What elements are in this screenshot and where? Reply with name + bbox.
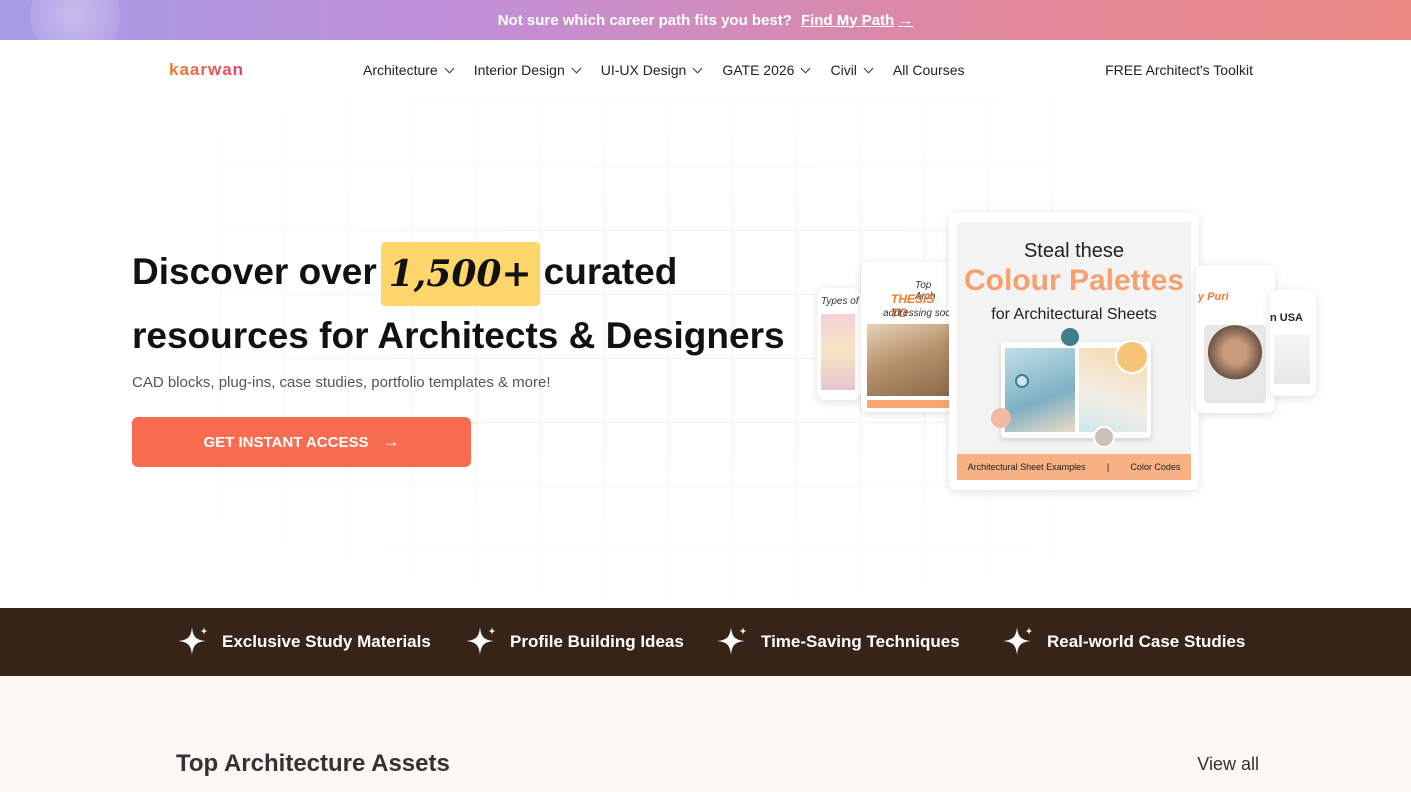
- hero-section: Discover over 1,500+ curated resources for…: [0, 102, 1411, 608]
- sparkle-icon: [717, 627, 747, 655]
- resource-card-right: y Puri: [1196, 265, 1275, 413]
- nav-item-ui-ux-design[interactable]: UI-UX Design: [601, 62, 703, 78]
- find-my-path-link[interactable]: Find My Path →: [801, 12, 913, 29]
- hero-title: Discover over 1,500+ curated resources for…: [132, 242, 832, 366]
- chevron-down-icon: [571, 63, 582, 73]
- chevron-down-icon: [863, 63, 874, 73]
- hero-subtitle: CAD blocks, plug-ins, case studies, port…: [132, 374, 551, 391]
- banner-text: Not sure which career path fits you best…: [497, 11, 792, 29]
- nav-item-architecture[interactable]: Architecture: [363, 62, 455, 78]
- sparkle-icon: [466, 627, 496, 655]
- feature-item: Exclusive Study Materials: [176, 608, 431, 676]
- nav-item-interior-design[interactable]: Interior Design: [474, 62, 582, 78]
- features-strip: Exclusive Study Materials Profile Buildi…: [0, 608, 1411, 676]
- feature-item: Real-world Case Studies: [1001, 608, 1245, 676]
- free-toolkit-link[interactable]: FREE Architect's Toolkit: [1105, 62, 1253, 78]
- resource-card-far-left: Types of: [817, 288, 861, 400]
- nav-item-all-courses[interactable]: All Courses: [893, 62, 965, 78]
- resource-card-left: Top Arch THESIS TO addressing soci: [861, 262, 953, 412]
- feature-item: Time-Saving Techniques: [715, 608, 960, 676]
- chevron-down-icon: [801, 63, 811, 73]
- chevron-down-icon: [692, 63, 703, 73]
- view-all-link[interactable]: View all: [1197, 754, 1259, 775]
- top-banner: Not sure which career path fits you best…: [0, 0, 1411, 60]
- highlight-count: 1,500+: [380, 242, 540, 307]
- logo[interactable]: kaarwan: [169, 60, 244, 80]
- nav-menu: Architecture Interior Design UI-UX Desig…: [363, 62, 986, 78]
- feature-item: Profile Building Ideas: [464, 608, 684, 676]
- arrow-right-icon: →: [898, 11, 914, 29]
- section-title: Top Architecture Assets: [176, 750, 450, 777]
- nav-item-gate-2026[interactable]: GATE 2026: [722, 62, 811, 78]
- resource-card-colour-palettes: Steal these Colour Palettes for Architec…: [949, 212, 1199, 490]
- sparkle-icon: [1003, 627, 1033, 655]
- resource-card-far-right: n USA: [1270, 290, 1316, 396]
- assets-section: Top Architecture Assets View all: [0, 676, 1411, 792]
- get-instant-access-button[interactable]: GET INSTANT ACCESS →: [132, 417, 471, 467]
- main-nav: kaarwan Architecture Interior Design UI-…: [0, 40, 1411, 102]
- nav-item-civil[interactable]: Civil: [830, 62, 874, 78]
- arrow-right-icon: →: [382, 432, 400, 451]
- sparkle-icon: [178, 627, 208, 655]
- chevron-down-icon: [444, 63, 455, 73]
